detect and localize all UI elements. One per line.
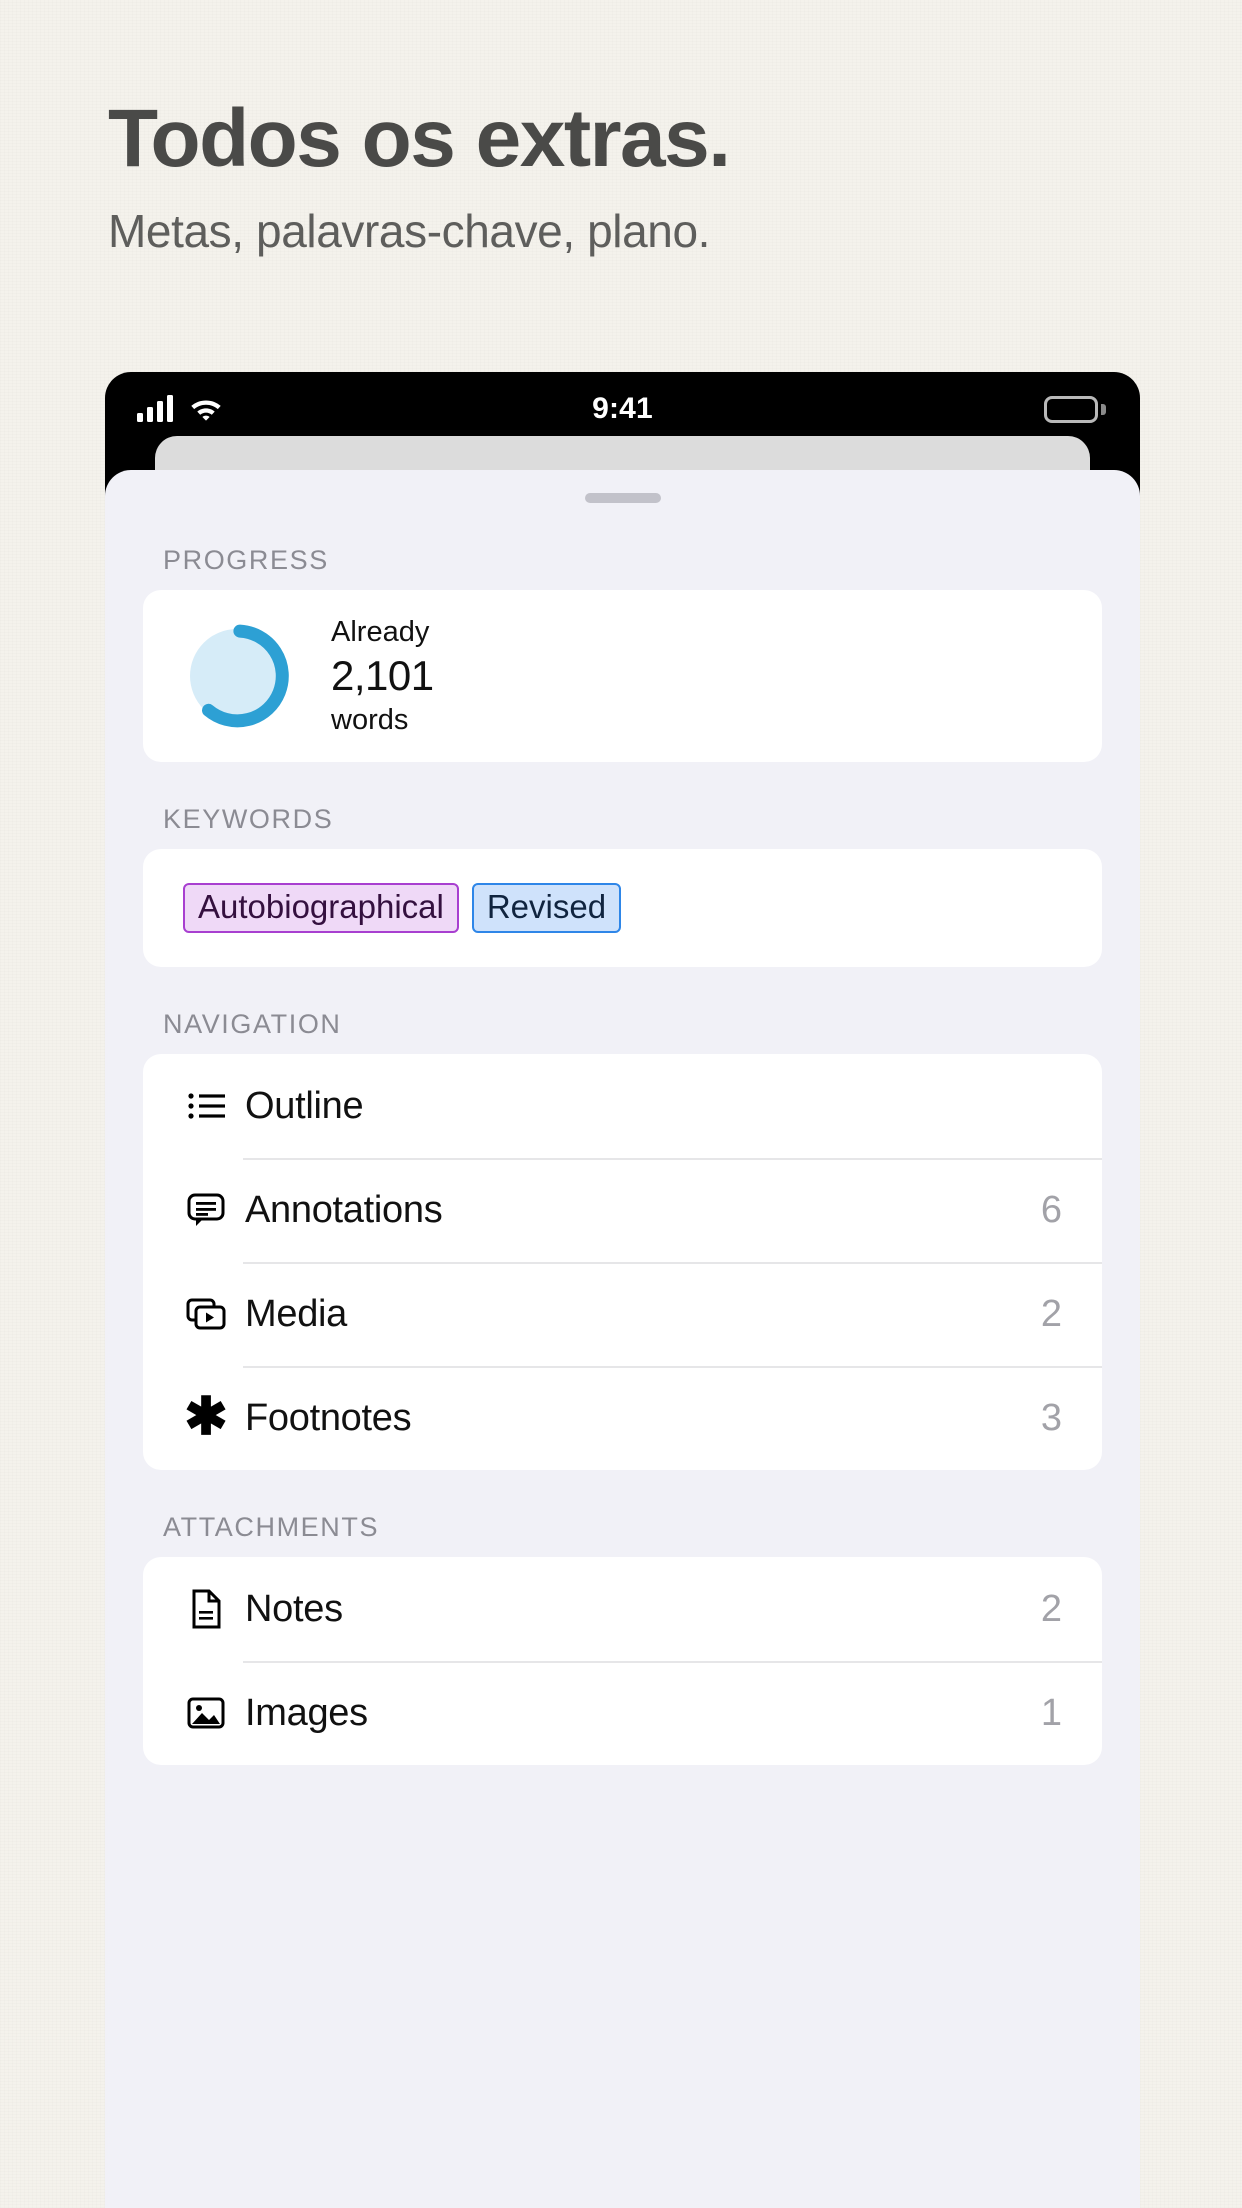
keyword-chip[interactable]: Autobiographical xyxy=(183,883,459,933)
photo-icon xyxy=(183,1696,229,1730)
list-item-annotations[interactable]: Annotations 6 xyxy=(143,1158,1102,1262)
keyword-chip[interactable]: Revised xyxy=(471,883,622,933)
bullet-list-icon xyxy=(183,1091,229,1121)
list-item-label: Images xyxy=(245,1691,368,1734)
list-item-notes[interactable]: Notes 2 xyxy=(143,1557,1102,1661)
progress-text: Already 2,101 words xyxy=(331,615,434,737)
list-item-label: Notes xyxy=(245,1587,343,1630)
section-label-attachments: ATTACHMENTS xyxy=(163,1512,380,1542)
list-item-count: 6 xyxy=(1040,1188,1062,1231)
list-item-images[interactable]: Images 1 xyxy=(143,1661,1102,1765)
phone-frame: 9:41 PROGRESS Already 2,101 words KEYWOR… xyxy=(105,372,1140,2208)
battery-full-icon xyxy=(1044,395,1106,423)
list-item-label: Outline xyxy=(245,1084,364,1127)
list-item-count: 2 xyxy=(1040,1292,1062,1335)
section-label-keywords: KEYWORDS xyxy=(163,804,334,834)
media-stack-icon xyxy=(183,1297,229,1331)
page-subtitle: Metas, palavras-chave, plano. xyxy=(108,205,711,258)
progress-card: Already 2,101 words xyxy=(143,590,1102,762)
status-bar-time: 9:41 xyxy=(592,392,653,425)
sheet-content: PROGRESS Already 2,101 words KEYWORDS Au… xyxy=(105,545,1140,1765)
progress-unit-label: words xyxy=(331,703,409,736)
progress-already-label: Already xyxy=(331,616,430,648)
list-item-outline[interactable]: Outline xyxy=(143,1054,1102,1158)
list-item-count: 3 xyxy=(1040,1396,1062,1439)
list-item-count: 2 xyxy=(1040,1587,1062,1630)
detail-sheet: PROGRESS Already 2,101 words KEYWORDS Au… xyxy=(105,470,1140,2208)
asterisk-icon: ✱ xyxy=(184,1388,228,1447)
document-icon xyxy=(183,1589,229,1629)
keywords-card: Autobiographical Revised xyxy=(143,849,1102,967)
attachments-card: Notes 2 Images 1 xyxy=(143,1557,1102,1765)
page-title: Todos os extras. xyxy=(108,93,731,184)
progress-ring xyxy=(190,624,289,728)
list-item-label: Footnotes xyxy=(245,1396,412,1439)
sheet-grabber[interactable] xyxy=(584,493,661,503)
comment-bubble-icon xyxy=(183,1192,229,1228)
list-item-media[interactable]: Media 2 xyxy=(143,1262,1102,1366)
list-item-label: Media xyxy=(245,1292,347,1335)
list-item-label: Annotations xyxy=(245,1188,443,1231)
progress-word-count: 2,101 xyxy=(331,652,434,700)
status-bar: 9:41 xyxy=(105,372,1140,446)
section-label-progress: PROGRESS xyxy=(163,545,329,575)
list-item-footnotes[interactable]: ✱ Footnotes 3 xyxy=(143,1366,1102,1470)
list-item-count: 1 xyxy=(1040,1691,1062,1734)
section-label-navigation: NAVIGATION xyxy=(163,1009,342,1039)
promo-header: Todos os extras. Metas, palavras-chave, … xyxy=(108,93,731,258)
navigation-card: Outline Annotations 6 Media 2 ✱ Footnote… xyxy=(143,1054,1102,1470)
